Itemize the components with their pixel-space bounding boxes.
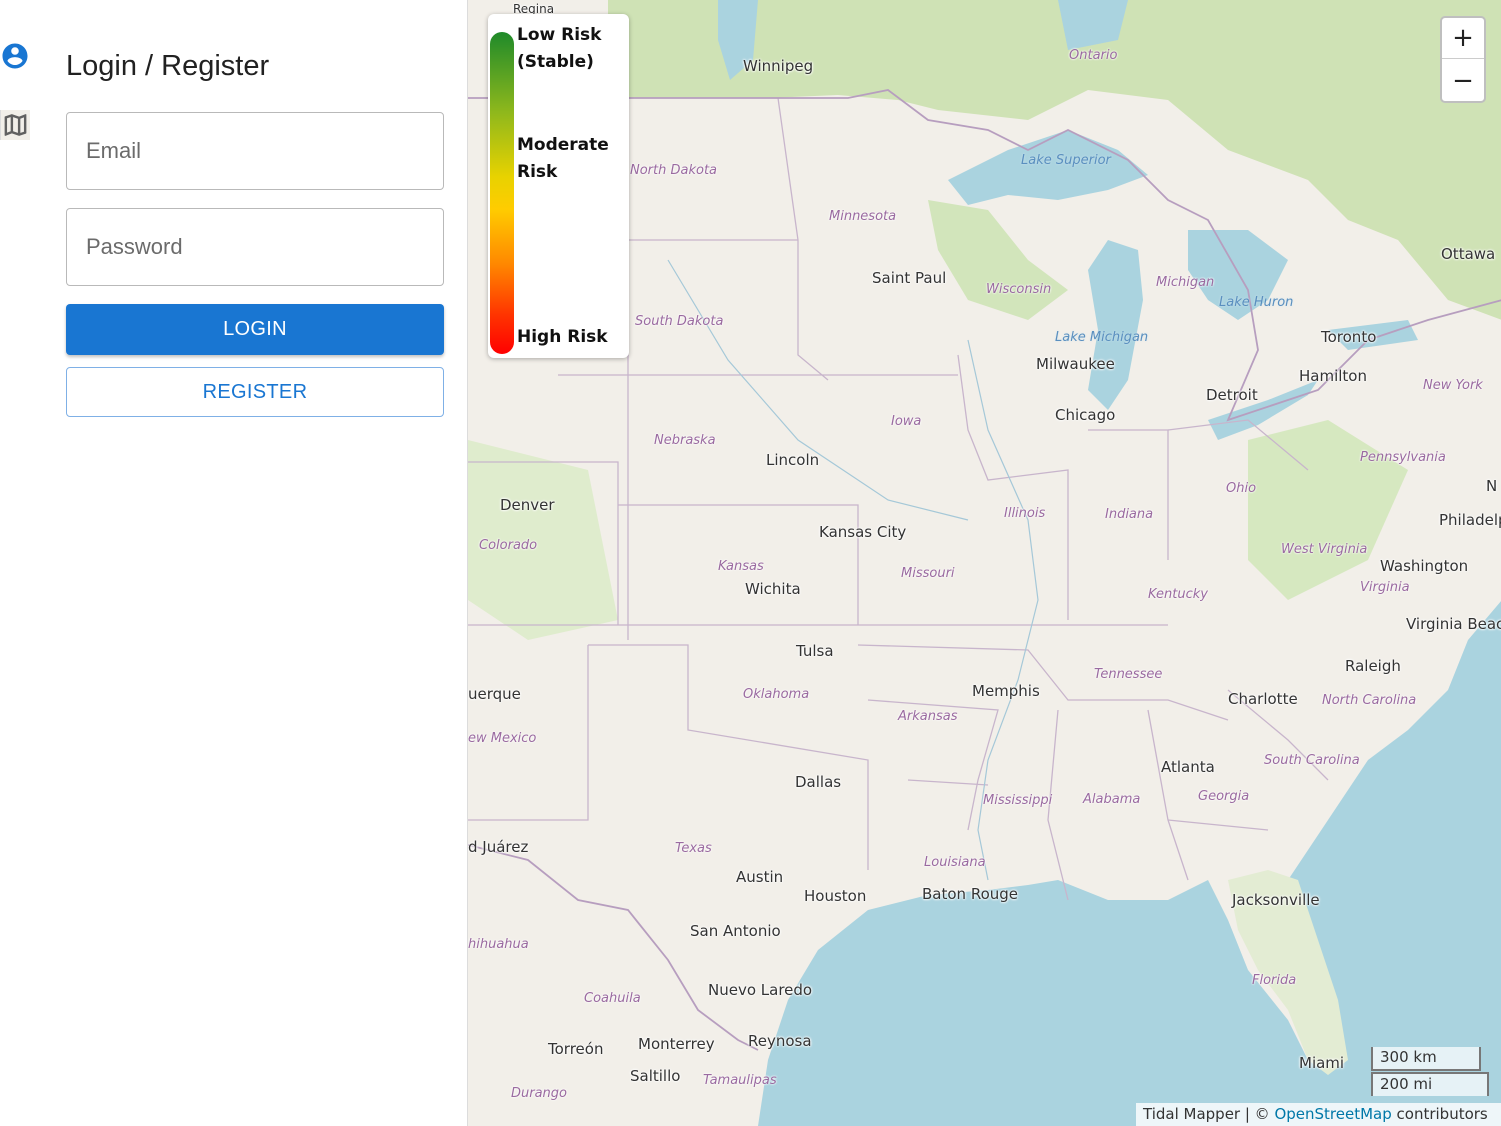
- map-label: Houston: [804, 887, 867, 905]
- map-label: New York: [1423, 378, 1483, 393]
- legend-low-label: Low Risk (Stable): [517, 25, 602, 72]
- map-label: North Dakota: [630, 163, 718, 178]
- scale-mi: 200 mi: [1371, 1072, 1489, 1096]
- map-label: Nebraska: [654, 433, 716, 448]
- auth-panel: Login / Register LOGIN REGISTER: [32, 0, 467, 1126]
- map-label: Tamaulipas: [703, 1073, 777, 1088]
- map-label: Charlotte: [1228, 690, 1298, 708]
- zoom-in-button[interactable]: +: [1442, 18, 1484, 59]
- map-label: Denver: [500, 496, 555, 514]
- attribution-suffix: contributors: [1391, 1105, 1488, 1123]
- map-label: Ohio: [1226, 481, 1257, 496]
- map-label: Nuevo Laredo: [708, 981, 813, 999]
- map-label: Alabama: [1083, 792, 1141, 807]
- register-button[interactable]: REGISTER: [66, 367, 444, 417]
- scale-km: 300 km: [1371, 1047, 1481, 1071]
- map-label: Arkansas: [898, 709, 958, 724]
- map-label: Tulsa: [796, 642, 834, 660]
- email-field-wrapper: [66, 112, 444, 190]
- map-label: Kansas City: [819, 523, 907, 541]
- map-label: Kansas: [718, 559, 764, 574]
- map-label: North Carolina: [1322, 693, 1417, 708]
- map-label: Wichita: [745, 580, 801, 598]
- legend-high-label: High Risk: [517, 327, 608, 347]
- map-label: Austin: [736, 868, 784, 886]
- zoom-out-button[interactable]: −: [1442, 60, 1484, 101]
- map-label: Texas: [675, 841, 712, 856]
- map-label: West Virginia: [1281, 542, 1368, 557]
- map-label: Philadelp: [1439, 511, 1501, 529]
- email-field[interactable]: [67, 113, 443, 189]
- map-label: Virginia Beac: [1406, 615, 1501, 633]
- map-label: Georgia: [1198, 789, 1250, 804]
- password-field-wrapper: [66, 208, 444, 286]
- map-label: Raleigh: [1345, 657, 1401, 675]
- map-label: Mississippi: [983, 793, 1053, 808]
- map-label: Iowa: [891, 414, 922, 429]
- account-circle-icon[interactable]: [0, 41, 30, 71]
- map-label: Reynosa: [748, 1032, 812, 1050]
- zoom-control: + −: [1440, 16, 1486, 103]
- map-label: d Juárez: [468, 838, 529, 856]
- map-label: Saint Paul: [872, 269, 947, 287]
- map-label: Ottawa: [1441, 245, 1496, 263]
- map-label: hihuahua: [468, 937, 529, 952]
- map-label: Saltillo: [630, 1067, 681, 1085]
- map-label: Durango: [511, 1086, 568, 1101]
- map-label: South Dakota: [635, 314, 724, 329]
- map-label: Memphis: [972, 682, 1040, 700]
- map-attribution: Tidal Mapper | © OpenStreetMap contribut…: [1136, 1103, 1501, 1126]
- map-label: ew Mexico: [468, 731, 537, 746]
- map-label: Indiana: [1105, 507, 1154, 522]
- legend-moderate-label: Moderate Risk: [517, 135, 609, 182]
- map-label: Lincoln: [766, 451, 820, 469]
- nav-rail: [0, 0, 32, 1126]
- map-label: Hamilton: [1299, 367, 1367, 385]
- map-label: Jacksonville: [1232, 891, 1320, 909]
- map-label: Kentucky: [1148, 587, 1209, 602]
- map-label: Coahuila: [584, 991, 641, 1006]
- map-label: Florida: [1252, 973, 1297, 988]
- map-label: Oklahoma: [743, 687, 810, 702]
- map-label: Toronto: [1321, 328, 1377, 346]
- map-label: Baton Rouge: [922, 885, 1018, 903]
- map-label: Minnesota: [829, 209, 897, 224]
- map-label: Miami: [1299, 1054, 1345, 1072]
- map-label: Wisconsin: [986, 282, 1052, 297]
- map-label: Atlanta: [1161, 758, 1215, 776]
- map-label: South Carolina: [1264, 753, 1360, 768]
- map-label: Louisiana: [924, 855, 986, 870]
- map-label: Virginia: [1360, 580, 1410, 595]
- map-label: Monterrey: [638, 1035, 715, 1053]
- map-label: Milwaukee: [1036, 355, 1115, 373]
- map-label: Illinois: [1004, 506, 1046, 521]
- map-label: Lake Huron: [1219, 295, 1294, 310]
- map-label: Washington: [1380, 557, 1469, 575]
- map-label: uerque: [468, 685, 521, 703]
- page-title: Login / Register: [66, 50, 270, 82]
- map-label: Winnipeg: [743, 57, 814, 75]
- password-field[interactable]: [67, 209, 443, 285]
- map-label: Detroit: [1206, 386, 1258, 404]
- osm-link[interactable]: OpenStreetMap: [1274, 1105, 1391, 1123]
- map-label: Torreón: [548, 1040, 604, 1058]
- risk-gradient-bar: [490, 32, 514, 354]
- map-label: Colorado: [479, 538, 538, 553]
- map-label: Tennessee: [1094, 667, 1163, 682]
- attribution-prefix: Tidal Mapper | ©: [1143, 1105, 1275, 1123]
- map-label: Dallas: [795, 773, 842, 791]
- risk-legend: Low Risk (Stable) Moderate Risk High Ris…: [488, 14, 629, 358]
- login-button[interactable]: LOGIN: [66, 304, 444, 355]
- map-label: Michigan: [1156, 275, 1215, 290]
- map-label: Pennsylvania: [1360, 450, 1446, 465]
- map-label: Lake Superior: [1021, 153, 1111, 168]
- map-label: Missouri: [901, 566, 955, 581]
- map-label: Ontario: [1069, 48, 1118, 63]
- map-label: Chicago: [1055, 406, 1116, 424]
- map-icon[interactable]: [0, 110, 30, 140]
- map-label: San Antonio: [690, 922, 781, 940]
- map-label: Lake Michigan: [1055, 330, 1149, 345]
- map-label: N: [1486, 477, 1498, 495]
